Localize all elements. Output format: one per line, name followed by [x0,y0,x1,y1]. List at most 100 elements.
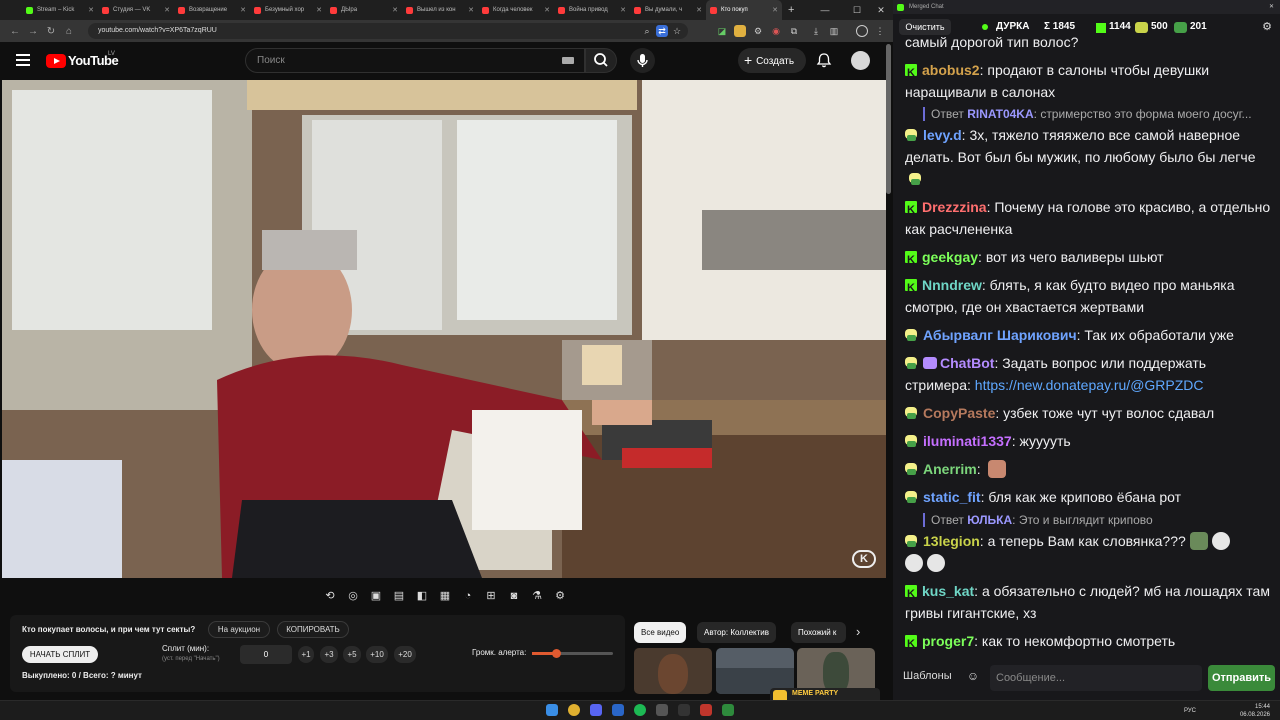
split-minutes-input[interactable]: 0 [240,645,292,664]
emoji-icon[interactable]: ☺ [965,669,981,685]
zoom-icon[interactable]: ⌕ [641,25,653,37]
gear-icon[interactable]: ⚙ [550,587,570,605]
language-indicator[interactable]: РУС [1184,707,1196,715]
close-tab-icon[interactable]: ✕ [88,6,94,14]
browser-tab[interactable]: Вышел из кон ✕ [402,0,478,20]
message-input[interactable]: Сообщение... [990,665,1202,691]
alert-volume-slider[interactable] [532,649,613,658]
new-tab-icon[interactable]: + [788,4,794,16]
files-icon[interactable] [590,704,602,716]
increment-button[interactable]: +1 [298,646,314,663]
app-icon[interactable] [678,704,690,716]
maximize-icon[interactable]: ☐ [846,0,868,20]
hamburger-menu-icon[interactable] [16,54,30,66]
chat-nick[interactable]: Drezzzina [922,199,987,215]
search-button[interactable] [585,48,617,73]
chat-nick[interactable]: levy.d [923,127,962,143]
close-tab-icon[interactable]: ✕ [696,6,702,14]
close-tab-icon[interactable]: ✕ [164,6,170,14]
close-tab-icon[interactable]: ✕ [468,6,474,14]
keyboard-icon[interactable] [562,57,574,64]
chip-similar[interactable]: Похожий к [791,622,846,643]
sidebar-icon[interactable]: ▥ [828,25,840,37]
menu-dots-icon[interactable]: ⋮ [874,25,886,37]
settings-gear-icon[interactable]: ⚙ [1262,20,1272,33]
download-icon[interactable]: ⤓ [810,25,822,37]
chip-all-videos[interactable]: Все видео [634,622,687,643]
clapper-icon[interactable]: ▤ [389,587,409,605]
templates-button[interactable]: Шаблоны [903,670,952,682]
extension-icon[interactable]: ⚙ [752,25,764,37]
close-tab-icon[interactable]: ✕ [772,6,778,14]
browser-tab[interactable]: Возвращение ✕ [174,0,250,20]
browser-tab[interactable]: ДЫра ✕ [326,0,402,20]
create-button[interactable]: + Создать [738,48,806,73]
picture-in-picture-icon[interactable]: ◧ [412,587,432,605]
broadcast-icon[interactable]: ◎ [343,587,363,605]
chat-nick[interactable]: ChatBot [940,355,994,371]
app-icon[interactable] [656,704,668,716]
close-tab-icon[interactable]: ✕ [620,6,626,14]
extension-icon[interactable] [734,25,746,37]
start-split-button[interactable]: НАЧАТЬ СПЛИТ [22,646,98,663]
copy-button[interactable]: КОПИРОВАТЬ [277,621,349,638]
app-icon[interactable] [722,704,734,716]
close-tab-icon[interactable]: ✕ [316,6,322,14]
account-avatar[interactable] [851,51,870,70]
back-icon[interactable]: ← [6,26,24,37]
chat-messages[interactable]: самый дорогой тип волос? abobus2: продаю… [893,37,1280,657]
screenshot-icon[interactable]: ◙ [504,587,524,605]
clock-time[interactable]: 15:44 [1240,703,1270,711]
profile-icon[interactable] [856,25,868,37]
send-button[interactable]: Отправить [1208,665,1275,691]
chip-author[interactable]: Автор: Коллектив [697,622,777,643]
chat-nick[interactable]: Anerrim [923,461,977,477]
chat-nick[interactable]: 13legion [923,533,980,549]
chrome-icon[interactable] [568,704,580,716]
app-icon[interactable] [612,704,624,716]
subtitles-icon[interactable]: ▦ [435,587,455,605]
voice-search-button[interactable] [630,48,655,73]
close-tab-icon[interactable]: ✕ [544,6,550,14]
increment-button[interactable]: +20 [394,646,416,663]
video-player[interactable]: K [2,80,886,578]
increment-button[interactable]: +5 [343,646,361,663]
browser-tab[interactable]: Студия — VK ✕ [98,0,174,20]
app-icon[interactable] [700,704,712,716]
chat-nick[interactable]: kus_kat [922,583,974,599]
notifications-bell-icon[interactable] [816,52,832,68]
search-input[interactable]: Поиск [245,48,585,73]
clock-date[interactable]: 06.08.2026 [1240,711,1270,719]
close-window-icon[interactable]: ✕ [870,0,892,20]
extension-icon[interactable]: ◪ [716,25,728,37]
browser-tab[interactable]: Война привод ✕ [554,0,630,20]
chat-nick[interactable]: geekgay [922,249,978,265]
channel-watermark-icon[interactable]: K [852,550,876,568]
chevron-right-icon[interactable]: › [856,624,860,639]
bookmark-star-icon[interactable]: ☆ [671,25,683,37]
close-tab-icon[interactable]: ✕ [240,6,246,14]
url-field[interactable]: youtube.com/watch?v=XP6Ta7zqRUU [88,23,688,39]
browser-tab[interactable]: Stream – Kick ✕ [22,0,98,20]
page-scrollbar[interactable] [886,44,891,194]
extensions-puzzle-icon[interactable]: ⧉ [788,25,800,37]
browser-tab-active[interactable]: Кто покуп ✕ [706,0,782,20]
chat-nick[interactable]: Абырвалг Шарикович [923,327,1077,343]
increment-button[interactable]: +3 [320,646,338,663]
chat-nick[interactable]: abobus2 [922,62,980,78]
close-window-icon[interactable]: ✕ [1269,0,1274,14]
youtube-logo-icon[interactable] [46,54,66,68]
home-icon[interactable]: ⌂ [60,26,78,37]
extension-icon[interactable]: ◉ [770,25,782,37]
video-thumbnail[interactable] [634,648,712,694]
video-settings-icon[interactable]: ▣ [366,587,386,605]
chat-nick[interactable]: CopyPaste [923,405,995,421]
minimize-icon[interactable]: — [814,0,836,20]
chat-nick[interactable]: Nnndrew [922,277,982,293]
donate-link[interactable]: https://new.donatepay.ru/@GRPZDC [975,377,1204,393]
increment-button[interactable]: +10 [366,646,388,663]
browser-tab[interactable]: Когда человек ✕ [478,0,554,20]
clear-chat-button[interactable]: Очистить [899,19,951,35]
close-tab-icon[interactable]: ✕ [392,6,398,14]
browser-tab[interactable]: Вы думали, ч ✕ [630,0,706,20]
